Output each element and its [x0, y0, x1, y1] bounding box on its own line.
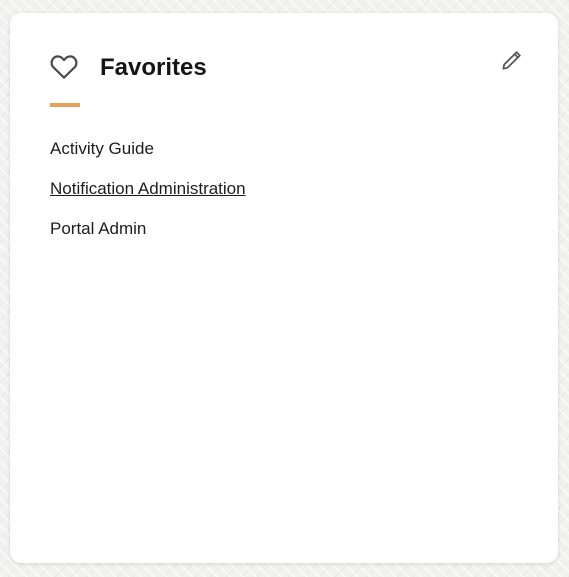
widget-title: Favorites — [100, 54, 207, 81]
favorite-link-notification-administration[interactable]: Notification Administration — [50, 179, 246, 198]
list-item: Portal Admin — [50, 219, 246, 259]
heart-icon — [50, 55, 78, 79]
favorites-card: Favorites Activity Guide Notification Ad… — [10, 13, 558, 563]
pencil-icon[interactable] — [499, 47, 525, 73]
list-item: Notification Administration — [50, 179, 246, 219]
list-item: Activity Guide — [50, 139, 246, 179]
favorite-link-portal-admin[interactable]: Portal Admin — [50, 219, 146, 238]
favorites-list: Activity Guide Notification Administrati… — [50, 139, 246, 259]
title-accent-bar — [50, 103, 80, 107]
favorite-link-activity-guide[interactable]: Activity Guide — [50, 139, 154, 158]
